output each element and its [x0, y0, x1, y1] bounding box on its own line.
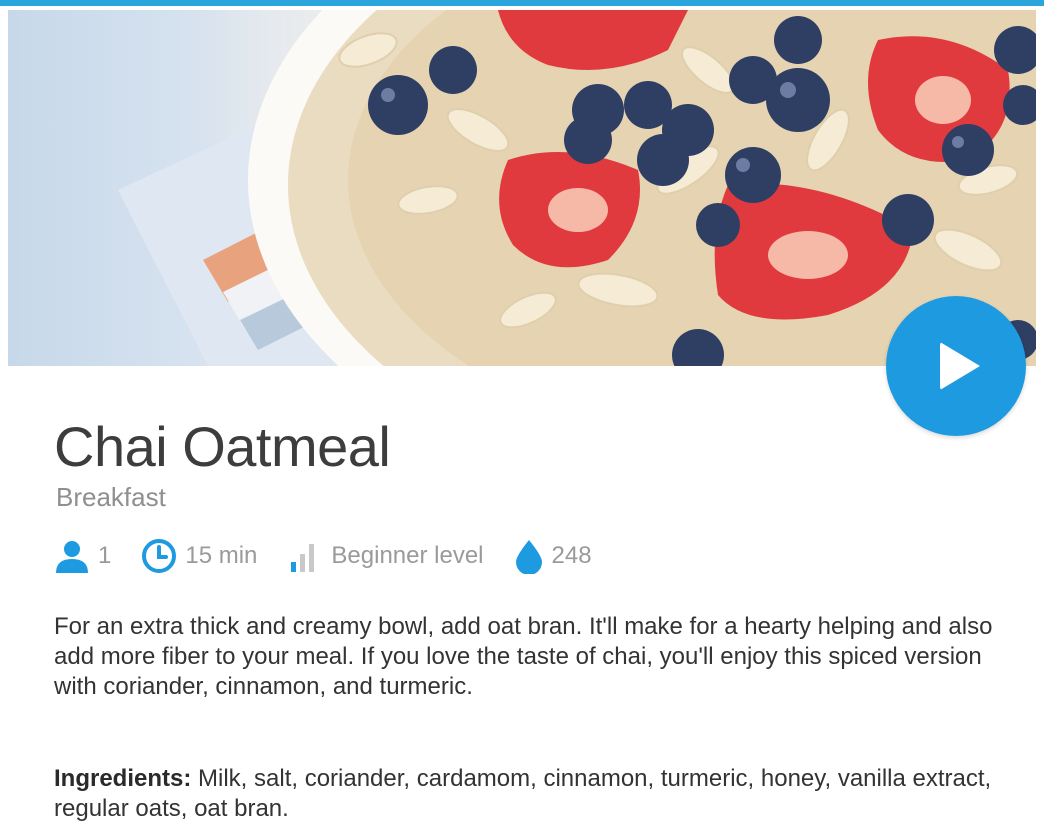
ingredients-label: Ingredients:: [54, 765, 192, 792]
oatmeal-bowl-illustration: [118, 10, 1036, 366]
play-video-button[interactable]: [886, 296, 1026, 436]
person-icon: [56, 541, 88, 573]
recipe-hero-image: [8, 10, 1036, 366]
time-value: 15 min: [185, 542, 258, 569]
play-icon: [940, 342, 980, 390]
signal-bars-icon: [291, 544, 315, 572]
servings-info: 1: [54, 538, 111, 574]
recipe-title: Chai Oatmeal: [54, 415, 391, 478]
calories-value: 248: [551, 542, 592, 569]
level-info: Beginner level: [287, 538, 484, 574]
ingredients-list: Milk, salt, coriander, cardamom, cinnamo…: [54, 765, 992, 822]
time-info: 15 min: [141, 538, 257, 574]
servings-value: 1: [98, 542, 112, 569]
recipe-category: Breakfast: [56, 482, 166, 512]
ingredients-section: Ingredients: Milk, salt, coriander, card…: [54, 764, 1004, 824]
clock-icon: [142, 539, 177, 573]
water-drop-icon: [515, 540, 542, 574]
level-value: Beginner level: [331, 542, 484, 569]
recipe-description: For an extra thick and creamy bowl, add …: [54, 613, 993, 700]
top-accent-line: [0, 0, 1044, 6]
recipe-meta-row: 1 15 min Beginner level 248: [54, 536, 622, 576]
calories-info: 248: [514, 538, 592, 574]
